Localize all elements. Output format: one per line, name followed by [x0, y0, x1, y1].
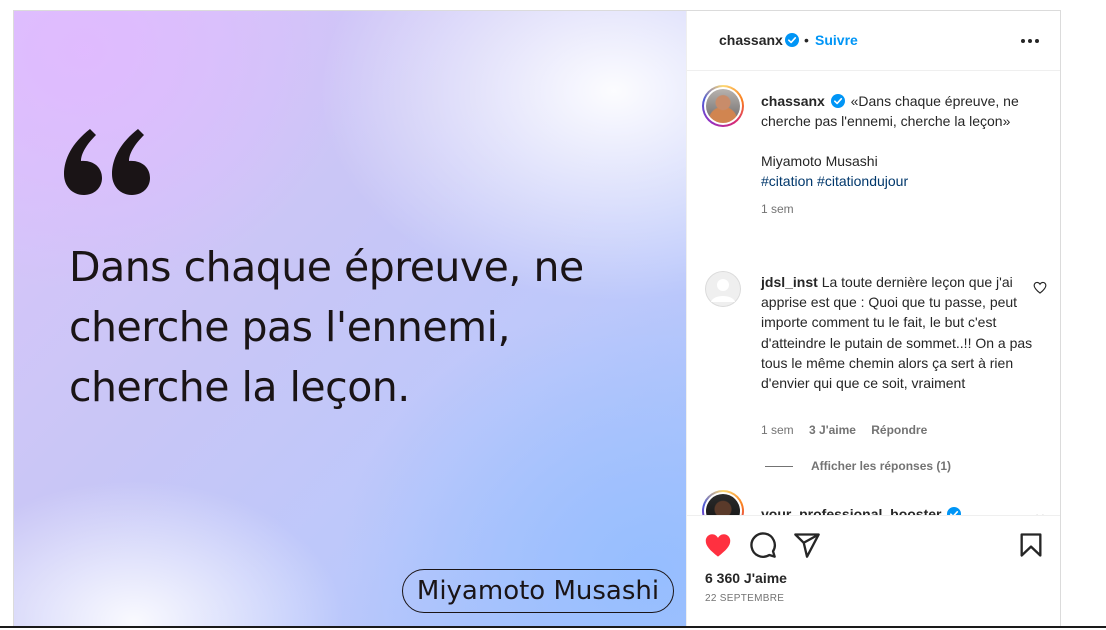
post-header: chassanx • Suivre — [687, 11, 1060, 71]
reply-button[interactable]: Répondre — [871, 423, 927, 437]
comment-body: jdsl_inst La toute dernière leçon que j'… — [761, 272, 1043, 393]
comment-username[interactable]: your_professional_booster — [761, 506, 942, 515]
quote-mark-icon — [64, 129, 150, 195]
caption-avatar[interactable] — [702, 85, 744, 127]
bottom-rule — [0, 626, 1106, 628]
verified-badge-icon — [830, 94, 845, 108]
comments-scroll-area[interactable]: chassanx «Dans chaque épreuve, ne cherch… — [687, 71, 1060, 515]
comment-meta: 1 sem 3 J'aime Répondre — [761, 423, 939, 437]
comment-icon[interactable] — [749, 531, 777, 559]
author-pill: Miyamoto Musashi — [402, 569, 674, 613]
comment-body: your_professional_booster — [761, 504, 1043, 515]
view-replies-label: Afficher les réponses (1) — [811, 459, 952, 473]
hashtag-link[interactable]: #citation — [761, 173, 813, 189]
post-container: Dans chaque épreuve, ne cherche pas l'en… — [13, 10, 1061, 628]
caption-time: 1 sem — [761, 202, 794, 216]
more-horizontal-icon[interactable] — [1020, 35, 1040, 47]
comment-likes[interactable]: 3 J'aime — [809, 423, 856, 437]
likes-count[interactable]: 6 360 J'aime — [705, 570, 787, 586]
comment-text: La toute dernière leçon que j'ai apprise… — [761, 274, 1033, 392]
post-image[interactable]: Dans chaque épreuve, ne cherche pas l'en… — [14, 11, 686, 627]
replies-line — [765, 465, 793, 467]
quote-text: Dans chaque épreuve, ne cherche pas l'en… — [69, 243, 584, 411]
verified-badge-icon — [947, 507, 962, 515]
caption-block: chassanx «Dans chaque épreuve, ne cherch… — [761, 91, 1041, 219]
caption-username[interactable]: chassanx — [761, 93, 825, 109]
hashtag-link[interactable]: #citationdujour — [817, 173, 908, 189]
caption-author: Miyamoto Musashi — [761, 153, 878, 169]
post-actions: 6 360 J'aime 22 SEPTEMBRE — [687, 515, 1060, 627]
header-separator: • — [804, 32, 809, 48]
follow-button[interactable]: Suivre — [815, 32, 858, 48]
comment-avatar[interactable] — [705, 271, 741, 307]
post-side-panel: chassanx • Suivre chassanx «Dans chaque … — [686, 11, 1060, 627]
heart-filled-icon[interactable] — [704, 531, 732, 559]
post-date: 22 SEPTEMBRE — [705, 593, 785, 604]
header-username[interactable]: chassanx — [719, 32, 783, 48]
comment-avatar[interactable] — [702, 490, 744, 515]
save-bookmark-icon[interactable] — [1017, 531, 1045, 559]
view-replies-button[interactable]: Afficher les réponses (1) — [765, 459, 951, 473]
default-avatar-icon — [705, 271, 741, 307]
verified-badge-icon — [785, 33, 799, 47]
like-comment-heart-icon[interactable] — [1033, 281, 1047, 294]
comment-time: 1 sem — [761, 423, 794, 437]
share-send-icon[interactable] — [793, 531, 821, 559]
comment-username[interactable]: jdsl_inst — [761, 274, 818, 290]
